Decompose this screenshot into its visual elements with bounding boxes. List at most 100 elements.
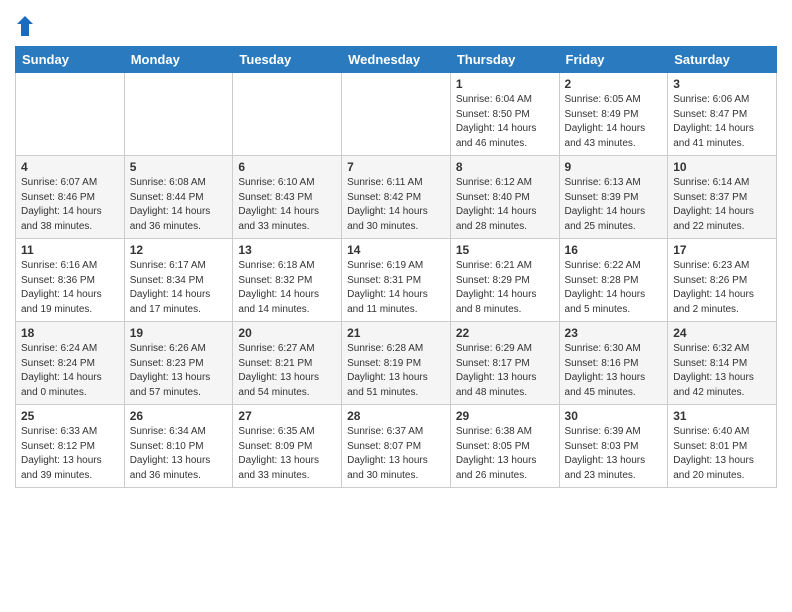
day-info: Sunrise: 6:05 AM Sunset: 8:49 PM Dayligh…	[565, 93, 663, 151]
day-number: 19	[130, 326, 228, 340]
day-info: Sunrise: 6:08 AM Sunset: 8:44 PM Dayligh…	[130, 176, 228, 234]
day-number: 27	[238, 409, 336, 423]
calendar-cell: 24 Sunrise: 6:32 AM Sunset: 8:14 PM Dayli…	[668, 322, 777, 405]
calendar-cell: 29Sunrise: 6:38 AM Sunset: 8:05 PM Dayli…	[450, 405, 559, 488]
calendar-cell: 3 Sunrise: 6:06 AM Sunset: 8:47 PM Daylig…	[668, 73, 777, 156]
calendar-cell: 27Sunrise: 6:35 AM Sunset: 8:09 PM Dayli…	[233, 405, 342, 488]
day-info: Sunrise: 6:06 AM Sunset: 8:47 PM Dayligh…	[673, 93, 771, 151]
calendar-cell: 31 Sunrise: 6:40 AM Sunset: 8:01 PM Dayli…	[668, 405, 777, 488]
calendar-cell: 21 Sunrise: 6:28 AM Sunset: 8:19 PM Dayli…	[342, 322, 451, 405]
day-number: 26	[130, 409, 228, 423]
calendar-cell: 11Sunrise: 6:16 AM Sunset: 8:36 PM Dayli…	[16, 239, 125, 322]
day-number: 31	[673, 409, 771, 423]
calendar-cell: 16 Sunrise: 6:22 AM Sunset: 8:28 PM Dayli…	[559, 239, 668, 322]
calendar-cell: 13 Sunrise: 6:18 AM Sunset: 8:32 PM Dayli…	[233, 239, 342, 322]
day-number: 11	[21, 243, 119, 257]
day-info: Sunrise: 6:40 AM Sunset: 8:01 PM Dayligh…	[673, 425, 771, 483]
calendar-cell: 18 Sunrise: 6:24 AM Sunset: 8:24 PM Dayli…	[16, 322, 125, 405]
weekday-header: Sunday	[16, 47, 125, 73]
day-info: Sunrise: 6:23 AM Sunset: 8:26 PM Dayligh…	[673, 259, 771, 317]
calendar-cell	[342, 73, 451, 156]
calendar-cell: 17 Sunrise: 6:23 AM Sunset: 8:26 PM Dayli…	[668, 239, 777, 322]
day-number: 13	[238, 243, 336, 257]
day-number: 30	[565, 409, 663, 423]
calendar-cell: 6 Sunrise: 6:10 AM Sunset: 8:43 PM Daylig…	[233, 156, 342, 239]
calendar-cell: 10 Sunrise: 6:14 AM Sunset: 8:37 PM Dayli…	[668, 156, 777, 239]
day-number: 14	[347, 243, 445, 257]
calendar: SundayMondayTuesdayWednesdayThursdayFrid…	[15, 46, 777, 488]
calendar-header-row: SundayMondayTuesdayWednesdayThursdayFrid…	[16, 47, 777, 73]
calendar-cell	[233, 73, 342, 156]
day-info: Sunrise: 6:37 AM Sunset: 8:07 PM Dayligh…	[347, 425, 445, 483]
day-number: 8	[456, 160, 554, 174]
calendar-cell: 25Sunrise: 6:33 AM Sunset: 8:12 PM Dayli…	[16, 405, 125, 488]
day-info: Sunrise: 6:21 AM Sunset: 8:29 PM Dayligh…	[456, 259, 554, 317]
calendar-cell: 14 Sunrise: 6:19 AM Sunset: 8:31 PM Dayli…	[342, 239, 451, 322]
weekday-header: Thursday	[450, 47, 559, 73]
day-info: Sunrise: 6:34 AM Sunset: 8:10 PM Dayligh…	[130, 425, 228, 483]
day-number: 20	[238, 326, 336, 340]
day-number: 16	[565, 243, 663, 257]
calendar-cell: 2Sunrise: 6:05 AM Sunset: 8:49 PM Daylig…	[559, 73, 668, 156]
calendar-cell: 12 Sunrise: 6:17 AM Sunset: 8:34 PM Dayli…	[124, 239, 233, 322]
day-number: 7	[347, 160, 445, 174]
calendar-cell: 9Sunrise: 6:13 AM Sunset: 8:39 PM Daylig…	[559, 156, 668, 239]
day-info: Sunrise: 6:17 AM Sunset: 8:34 PM Dayligh…	[130, 259, 228, 317]
day-info: Sunrise: 6:32 AM Sunset: 8:14 PM Dayligh…	[673, 342, 771, 400]
day-number: 22	[456, 326, 554, 340]
calendar-cell	[124, 73, 233, 156]
day-info: Sunrise: 6:29 AM Sunset: 8:17 PM Dayligh…	[456, 342, 554, 400]
day-info: Sunrise: 6:33 AM Sunset: 8:12 PM Dayligh…	[21, 425, 119, 483]
day-number: 18	[21, 326, 119, 340]
day-number: 12	[130, 243, 228, 257]
header	[15, 10, 777, 38]
weekday-header: Tuesday	[233, 47, 342, 73]
calendar-week-row: 1Sunrise: 6:04 AM Sunset: 8:50 PM Daylig…	[16, 73, 777, 156]
calendar-week-row: 4 Sunrise: 6:07 AM Sunset: 8:46 PM Daylig…	[16, 156, 777, 239]
day-info: Sunrise: 6:10 AM Sunset: 8:43 PM Dayligh…	[238, 176, 336, 234]
day-info: Sunrise: 6:07 AM Sunset: 8:46 PM Dayligh…	[21, 176, 119, 234]
day-number: 17	[673, 243, 771, 257]
calendar-cell: 23Sunrise: 6:30 AM Sunset: 8:16 PM Dayli…	[559, 322, 668, 405]
day-info: Sunrise: 6:28 AM Sunset: 8:19 PM Dayligh…	[347, 342, 445, 400]
day-info: Sunrise: 6:27 AM Sunset: 8:21 PM Dayligh…	[238, 342, 336, 400]
calendar-cell: 22 Sunrise: 6:29 AM Sunset: 8:17 PM Dayli…	[450, 322, 559, 405]
calendar-week-row: 11Sunrise: 6:16 AM Sunset: 8:36 PM Dayli…	[16, 239, 777, 322]
day-number: 10	[673, 160, 771, 174]
day-number: 4	[21, 160, 119, 174]
weekday-header: Wednesday	[342, 47, 451, 73]
day-number: 21	[347, 326, 445, 340]
calendar-cell: 4 Sunrise: 6:07 AM Sunset: 8:46 PM Daylig…	[16, 156, 125, 239]
calendar-cell: 30 Sunrise: 6:39 AM Sunset: 8:03 PM Dayli…	[559, 405, 668, 488]
calendar-cell: 15Sunrise: 6:21 AM Sunset: 8:29 PM Dayli…	[450, 239, 559, 322]
day-info: Sunrise: 6:24 AM Sunset: 8:24 PM Dayligh…	[21, 342, 119, 400]
logo-icon	[15, 14, 35, 38]
calendar-cell: 8Sunrise: 6:12 AM Sunset: 8:40 PM Daylig…	[450, 156, 559, 239]
day-info: Sunrise: 6:26 AM Sunset: 8:23 PM Dayligh…	[130, 342, 228, 400]
day-info: Sunrise: 6:14 AM Sunset: 8:37 PM Dayligh…	[673, 176, 771, 234]
calendar-cell	[16, 73, 125, 156]
day-number: 5	[130, 160, 228, 174]
calendar-cell: 5 Sunrise: 6:08 AM Sunset: 8:44 PM Daylig…	[124, 156, 233, 239]
day-info: Sunrise: 6:19 AM Sunset: 8:31 PM Dayligh…	[347, 259, 445, 317]
calendar-cell: 1Sunrise: 6:04 AM Sunset: 8:50 PM Daylig…	[450, 73, 559, 156]
day-number: 24	[673, 326, 771, 340]
day-info: Sunrise: 6:18 AM Sunset: 8:32 PM Dayligh…	[238, 259, 336, 317]
day-info: Sunrise: 6:39 AM Sunset: 8:03 PM Dayligh…	[565, 425, 663, 483]
weekday-header: Monday	[124, 47, 233, 73]
logo-area	[15, 10, 39, 38]
day-number: 28	[347, 409, 445, 423]
calendar-cell: 20 Sunrise: 6:27 AM Sunset: 8:21 PM Dayli…	[233, 322, 342, 405]
weekday-header: Saturday	[668, 47, 777, 73]
calendar-cell: 26 Sunrise: 6:34 AM Sunset: 8:10 PM Dayli…	[124, 405, 233, 488]
calendar-week-row: 25Sunrise: 6:33 AM Sunset: 8:12 PM Dayli…	[16, 405, 777, 488]
day-number: 3	[673, 77, 771, 91]
day-info: Sunrise: 6:22 AM Sunset: 8:28 PM Dayligh…	[565, 259, 663, 317]
calendar-week-row: 18 Sunrise: 6:24 AM Sunset: 8:24 PM Dayli…	[16, 322, 777, 405]
page: SundayMondayTuesdayWednesdayThursdayFrid…	[0, 0, 792, 503]
weekday-header: Friday	[559, 47, 668, 73]
day-info: Sunrise: 6:11 AM Sunset: 8:42 PM Dayligh…	[347, 176, 445, 234]
calendar-cell: 19 Sunrise: 6:26 AM Sunset: 8:23 PM Dayli…	[124, 322, 233, 405]
day-info: Sunrise: 6:30 AM Sunset: 8:16 PM Dayligh…	[565, 342, 663, 400]
day-number: 6	[238, 160, 336, 174]
